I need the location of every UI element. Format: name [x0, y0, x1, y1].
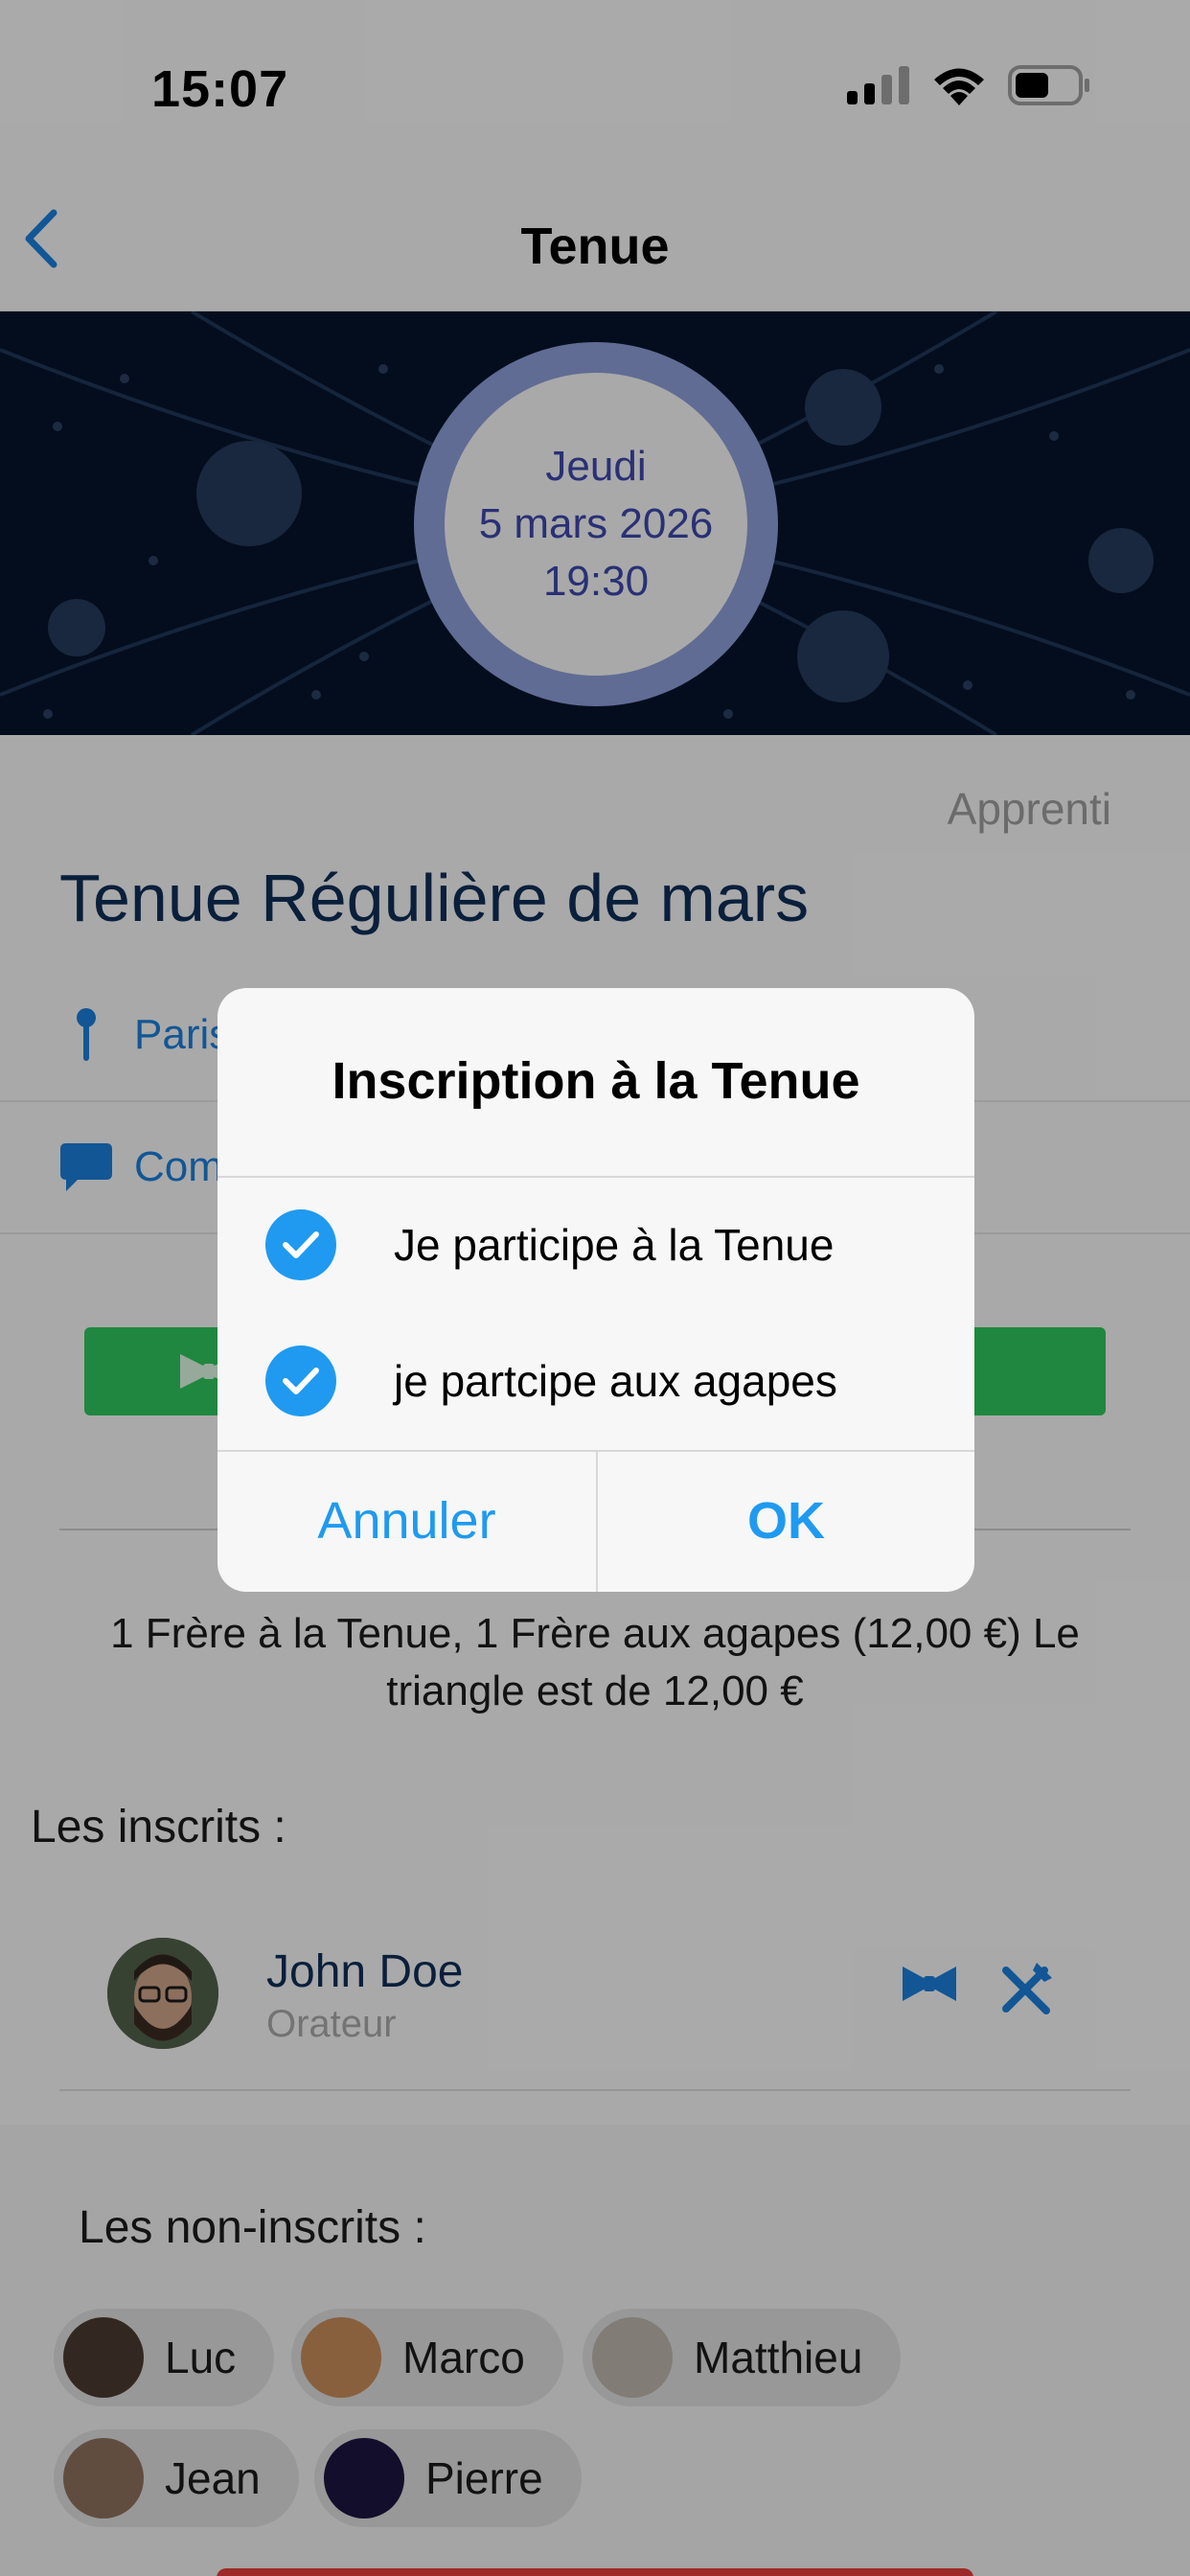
- option-label: je partcipe aux agapes: [394, 1356, 837, 1406]
- checkmark-icon[interactable]: [265, 1209, 336, 1280]
- dialog-title: Inscription à la Tenue: [332, 1052, 860, 1110]
- option-attend-agapes[interactable]: je partcipe aux agapes: [217, 1314, 974, 1448]
- ok-button[interactable]: OK: [596, 1450, 974, 1592]
- registration-dialog: Inscription à la Tenue Je participe à la…: [217, 988, 974, 1592]
- option-label: Je participe à la Tenue: [394, 1220, 835, 1270]
- dialog-buttons: Annuler OK: [217, 1450, 974, 1592]
- option-attend-tenue[interactable]: Je participe à la Tenue: [217, 1178, 974, 1312]
- cancel-button[interactable]: Annuler: [217, 1450, 596, 1592]
- checkmark-icon[interactable]: [265, 1346, 336, 1416]
